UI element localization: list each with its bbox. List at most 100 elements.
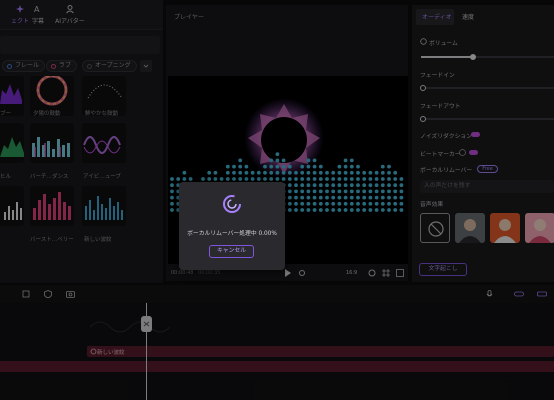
screenshot-icon[interactable] bbox=[368, 269, 376, 277]
visualizer-dot bbox=[318, 164, 323, 169]
info-icon[interactable] bbox=[459, 149, 466, 156]
visualizer-dot bbox=[399, 208, 404, 212]
visualizer-dot bbox=[387, 164, 391, 169]
microphone-icon[interactable] bbox=[486, 290, 493, 298]
grid-icon[interactable] bbox=[382, 269, 390, 277]
effect-thumbnail[interactable] bbox=[0, 186, 24, 226]
visualizer-dot bbox=[294, 201, 298, 206]
volume-slider-knob[interactable] bbox=[469, 54, 476, 60]
audio-clip-track[interactable] bbox=[0, 361, 554, 372]
visualizer-dot bbox=[275, 158, 280, 163]
aspect-ratio[interactable]: 16:9 bbox=[346, 270, 357, 276]
voice-none[interactable] bbox=[420, 213, 450, 243]
visualizer-dot bbox=[269, 177, 274, 181]
chip-dot-icon bbox=[87, 64, 92, 69]
visualizer-dot bbox=[306, 195, 311, 200]
visualizer-dot bbox=[380, 208, 385, 212]
fade-out-label: フェードアウト bbox=[420, 104, 461, 110]
shield-icon[interactable] bbox=[44, 290, 52, 298]
visualizer-dot bbox=[380, 177, 385, 181]
voice-preset[interactable] bbox=[490, 213, 520, 243]
fullscreen-icon[interactable] bbox=[396, 269, 404, 277]
chip-dot-icon bbox=[7, 64, 12, 69]
transcribe-button[interactable]: 文字起こし bbox=[419, 263, 467, 276]
visualizer-dot bbox=[300, 195, 305, 200]
visualizer-dot bbox=[182, 170, 187, 175]
visualizer-dot bbox=[380, 201, 385, 206]
effect-preview-graphic bbox=[83, 136, 121, 154]
visualizer-dot bbox=[356, 189, 360, 194]
chip-more-button[interactable] bbox=[140, 60, 152, 72]
player-title: プレイヤー bbox=[174, 14, 204, 21]
effect-thumbnail[interactable] bbox=[82, 123, 126, 163]
loop-icon[interactable] bbox=[298, 269, 306, 277]
chip-love[interactable]: ラブ bbox=[46, 60, 78, 72]
camera-icon[interactable] bbox=[66, 290, 75, 298]
visualizer-dot bbox=[380, 164, 385, 169]
visualizer-dot bbox=[219, 177, 224, 181]
visualizer-dot bbox=[318, 170, 323, 175]
visualizer-dot bbox=[387, 189, 391, 194]
tab-speed[interactable]: 速度 bbox=[462, 12, 474, 21]
visualizer-dot bbox=[325, 208, 329, 212]
visualizer-dot bbox=[300, 201, 305, 206]
visualizer-dot bbox=[281, 164, 286, 169]
noise-reduction-toggle[interactable] bbox=[471, 132, 480, 137]
fade-out-slider[interactable] bbox=[420, 116, 554, 122]
visualizer-dot bbox=[269, 170, 274, 175]
visualizer-dot bbox=[393, 189, 398, 194]
visualizer-dot bbox=[312, 164, 317, 169]
total-time: 00:00:35 bbox=[198, 270, 221, 276]
visualizer-dot bbox=[325, 170, 329, 175]
visualizer-dot bbox=[300, 208, 305, 212]
search-input[interactable] bbox=[0, 36, 160, 54]
visualizer-dot bbox=[213, 170, 218, 175]
effect-thumbnail[interactable] bbox=[82, 186, 126, 226]
visualizer-dot bbox=[300, 170, 305, 175]
cancel-button[interactable]: キャンセル bbox=[209, 245, 254, 258]
effect-thumbnail[interactable] bbox=[0, 123, 24, 163]
voice-preset[interactable] bbox=[455, 213, 485, 243]
processing-dialog: ボーカルリムーバー処理中 0.00% キャンセル bbox=[179, 182, 285, 270]
visualizer-dot bbox=[294, 189, 298, 194]
visualizer-dot bbox=[306, 189, 311, 194]
visualizer-dot bbox=[312, 195, 317, 200]
effect-preview-graphic bbox=[85, 196, 123, 220]
visualizer-dot bbox=[362, 177, 367, 181]
visualizer-dot bbox=[263, 177, 267, 181]
play-icon[interactable] bbox=[284, 269, 292, 277]
beat-marker-toggle[interactable] bbox=[469, 150, 478, 155]
fade-out-knob[interactable] bbox=[420, 116, 426, 122]
visualizer-dot bbox=[393, 170, 398, 175]
visualizer-dot bbox=[312, 183, 317, 188]
chip-flare[interactable]: フレール bbox=[2, 60, 46, 72]
voice-preset[interactable] bbox=[525, 213, 554, 243]
visualizer-dot bbox=[387, 208, 391, 212]
tab-audio[interactable]: オーディオ bbox=[422, 12, 452, 21]
tool-label: 字幕 bbox=[31, 18, 44, 25]
vocal-mode-select[interactable]: 人の声だけを残す bbox=[420, 180, 554, 193]
visualizer-dot bbox=[281, 177, 286, 181]
visualizer-dot bbox=[331, 183, 336, 188]
audio-clip-icon bbox=[90, 348, 97, 355]
visualizer-dot bbox=[256, 170, 261, 175]
fade-in-knob[interactable] bbox=[420, 85, 426, 91]
crop-icon[interactable] bbox=[22, 290, 30, 298]
svg-text:A: A bbox=[34, 5, 40, 14]
chip-opening[interactable]: オープニング bbox=[82, 60, 137, 72]
visualizer-dot bbox=[368, 201, 373, 206]
visualizer-dot bbox=[399, 195, 404, 200]
effect-thumbnail[interactable] bbox=[30, 186, 74, 226]
playhead-handle[interactable] bbox=[141, 316, 152, 332]
effect-preview-graphic bbox=[4, 202, 22, 220]
volume-slider[interactable] bbox=[421, 54, 554, 60]
visualizer-dot bbox=[294, 195, 298, 200]
visualizer-dot bbox=[374, 177, 379, 181]
current-time: 00:00:48 bbox=[171, 270, 194, 276]
snap-icon[interactable] bbox=[537, 290, 547, 298]
link-icon[interactable] bbox=[514, 290, 524, 298]
tool-ai-avatar[interactable]: AIアバター bbox=[50, 4, 90, 25]
fade-in-slider[interactable] bbox=[420, 85, 554, 91]
audio-clip[interactable]: 新しい波紋 bbox=[87, 346, 554, 357]
effect-thumbnail[interactable] bbox=[30, 123, 74, 163]
